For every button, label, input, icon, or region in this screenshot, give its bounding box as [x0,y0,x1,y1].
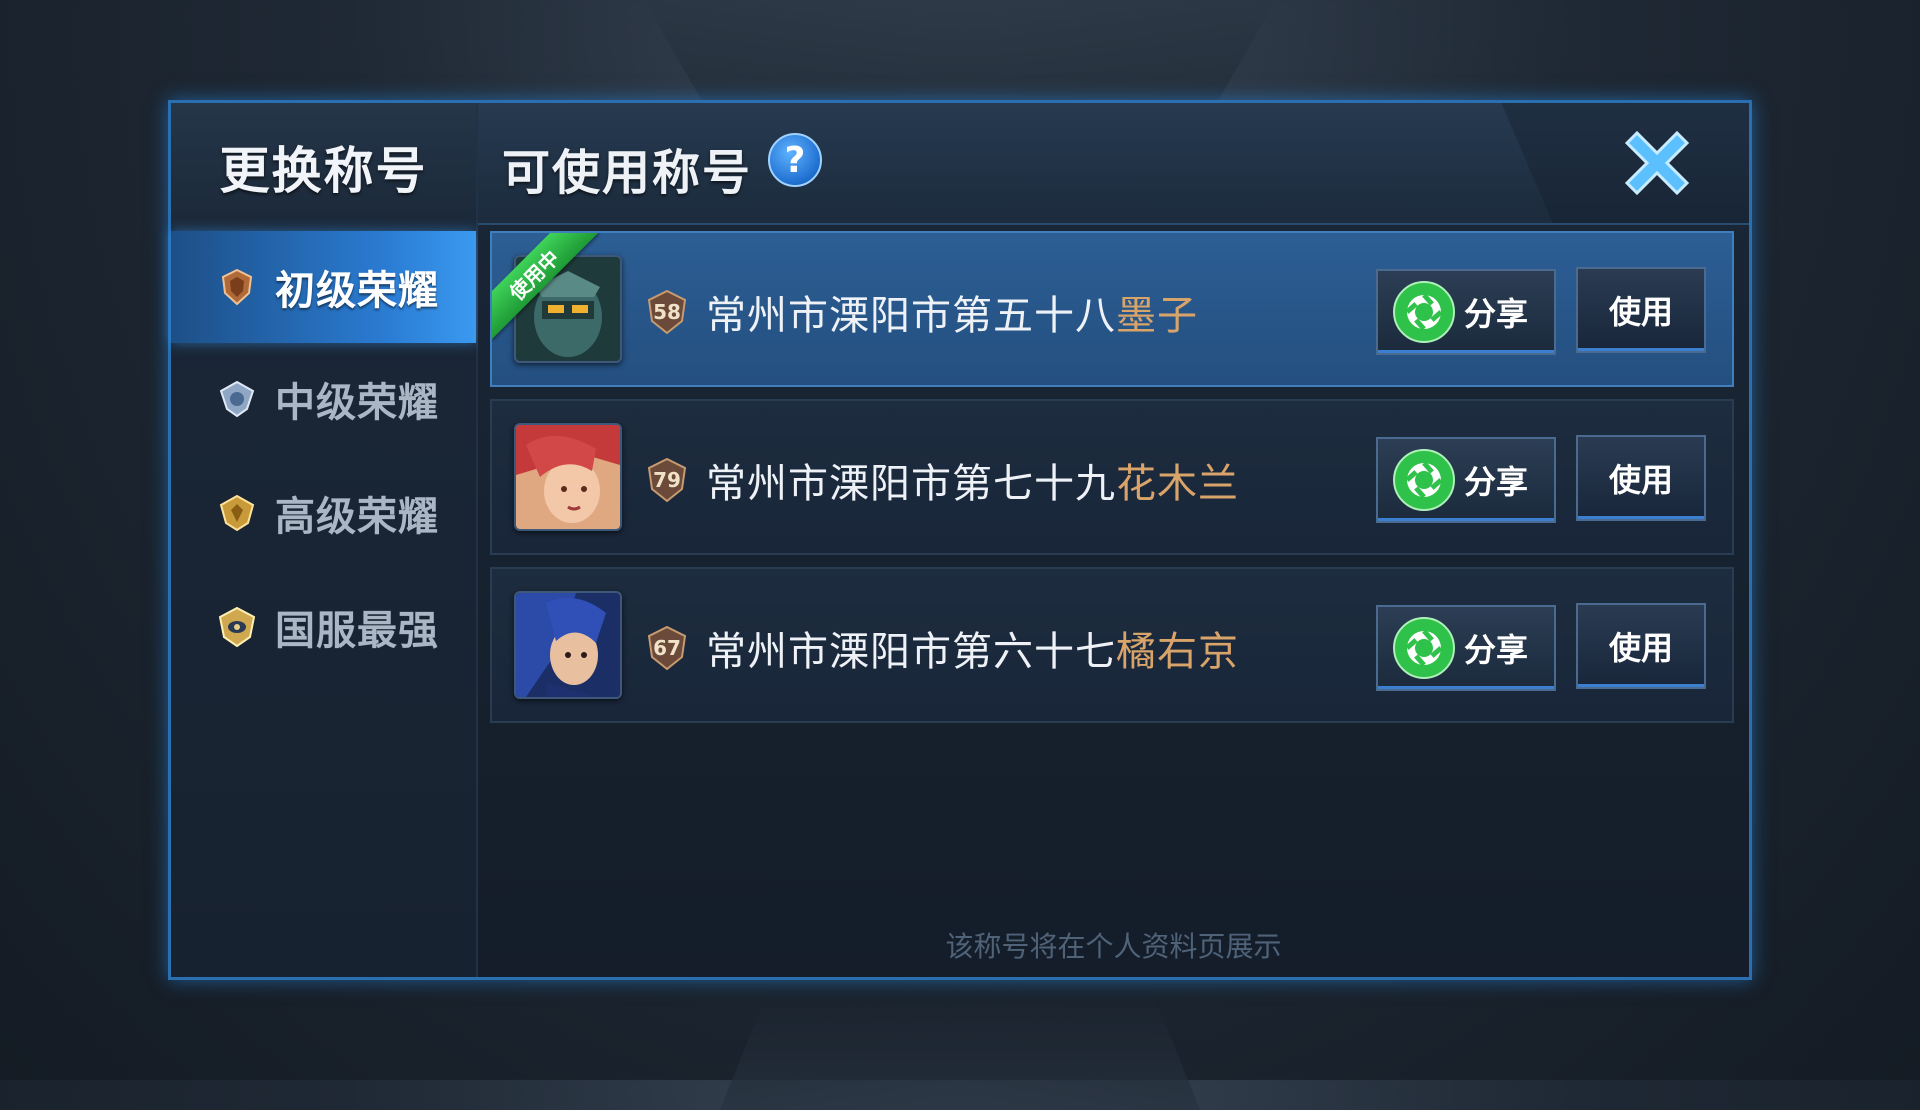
share-button[interactable]: 分享 [1376,269,1556,355]
close-area [1501,103,1749,223]
share-label: 分享 [1464,463,1529,501]
sidebar-item-label: 国服最强 [275,608,439,654]
sidebar-item-gold[interactable]: 高级荣耀 [171,457,476,569]
share-icon [1393,281,1455,343]
top-rank-icon [215,605,259,649]
sidebar-item-silver[interactable]: 中级荣耀 [171,343,476,455]
share-label: 分享 [1464,295,1529,333]
use-button[interactable]: 使用 [1576,603,1706,689]
bronze-rank-icon [215,265,259,309]
title-prefix: 常州市溧阳市第六十七 [706,629,1116,675]
main-content: 可使用称号 ? 使用中 58 常州市溧阳市第五十八墨子 分享 使用 79 常州市… [478,103,1749,977]
change-title-dialog: 更换称号 初级荣耀 中级荣耀 高级荣耀 国服最强 可使用称号 ? 使用中 58 … [168,100,1752,980]
title-prefix: 常州市溧阳市第七十九 [706,461,1116,507]
title-row[interactable]: 使用中 58 常州市溧阳市第五十八墨子 分享 使用 [490,231,1734,387]
level-number: 58 [653,300,681,324]
level-badge: 58 [646,289,688,335]
silver-rank-icon [215,377,259,421]
title-prefix: 常州市溧阳市第五十八 [706,293,1116,339]
background-top-shape [620,0,1300,100]
share-button[interactable]: 分享 [1376,437,1556,523]
sidebar: 更换称号 初级荣耀 中级荣耀 高级荣耀 国服最强 [171,103,478,977]
title-name: 常州市溧阳市第六十七橘右京 [706,619,1239,677]
share-label: 分享 [1464,631,1529,669]
sidebar-item-label: 中级荣耀 [275,380,439,426]
hero-name: 墨子 [1116,293,1198,339]
header: 可使用称号 ? [478,103,1749,225]
title-row[interactable]: 67 常州市溧阳市第六十七橘右京 分享 使用 [490,567,1734,723]
help-button[interactable]: ? [768,133,822,187]
use-button[interactable]: 使用 [1576,267,1706,353]
title-name: 常州市溧阳市第七十九花木兰 [706,451,1239,509]
level-number: 79 [653,468,681,492]
hero-name: 花木兰 [1116,461,1239,507]
hero-avatar-mulan [514,423,622,531]
gold-rank-icon [215,491,259,535]
level-badge: 67 [646,625,688,671]
share-button[interactable]: 分享 [1376,605,1556,691]
sidebar-item-top[interactable]: 国服最强 [171,571,476,683]
background-bottom-shape [720,990,1200,1110]
hero-name: 橘右京 [1116,629,1239,675]
close-button[interactable] [1617,123,1697,203]
share-icon [1393,449,1455,511]
share-icon [1393,617,1455,679]
title-row[interactable]: 79 常州市溧阳市第七十九花木兰 分享 使用 [490,399,1734,555]
title-name: 常州市溧阳市第五十八墨子 [706,283,1198,341]
use-button[interactable]: 使用 [1576,435,1706,521]
in-use-label: 使用中 [492,233,599,340]
close-icon [1624,130,1690,196]
in-use-tag: 使用中 [492,233,602,343]
sidebar-item-label: 高级荣耀 [275,494,439,540]
footer-note: 该称号将在个人资料页展示 [945,930,1282,963]
sidebar-title: 更换称号 [171,103,476,231]
sidebar-item-bronze[interactable]: 初级荣耀 [171,231,476,343]
sidebar-item-label: 初级荣耀 [275,268,439,314]
level-badge: 79 [646,457,688,503]
level-number: 67 [653,636,681,660]
hero-avatar-ukyo [514,591,622,699]
page-title: 可使用称号 [502,145,753,201]
